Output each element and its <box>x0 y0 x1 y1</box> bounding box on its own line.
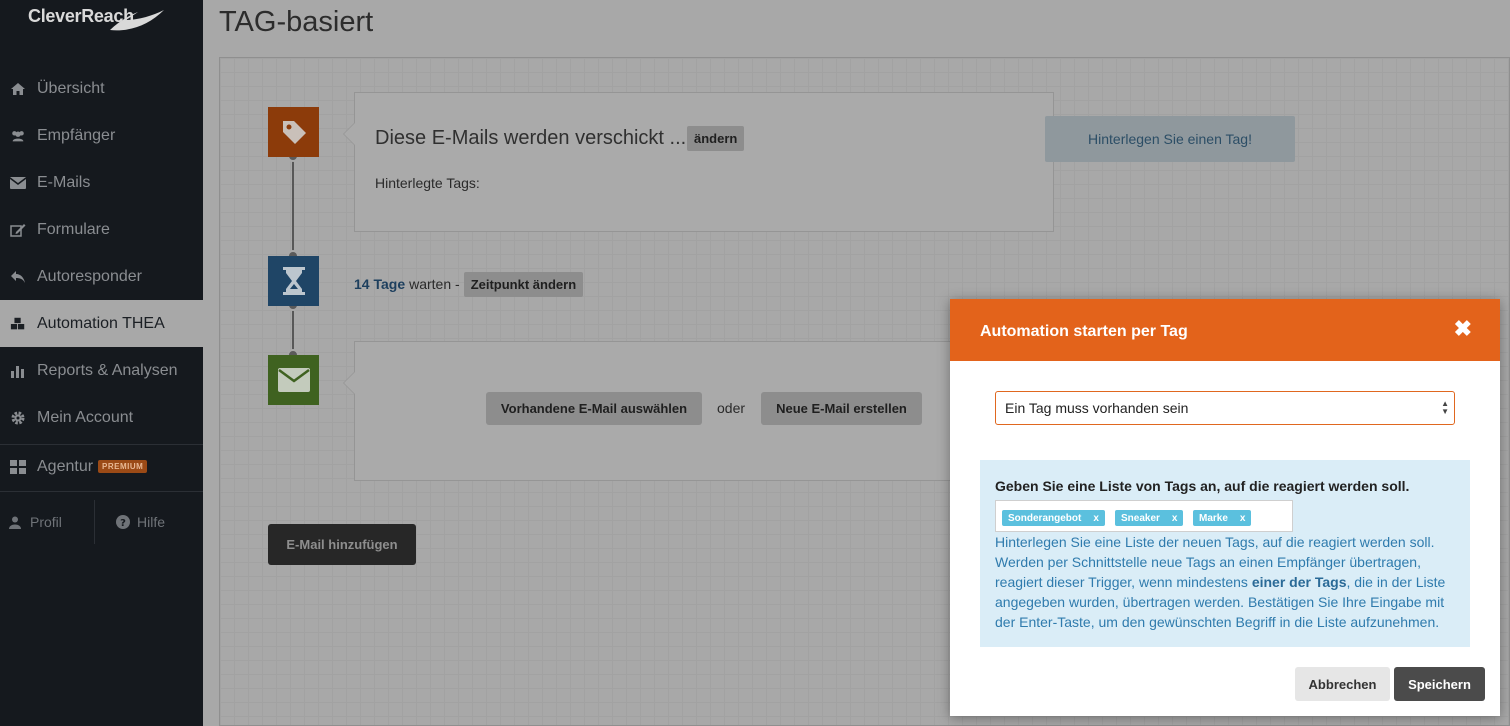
users-icon <box>10 128 26 144</box>
profile-link[interactable]: Profil <box>9 510 62 534</box>
create-new-email-button[interactable]: Neue E-Mail erstellen <box>761 392 922 425</box>
tag-info-box: Geben Sie eine Liste von Tags an, auf di… <box>980 460 1470 647</box>
home-icon <box>10 81 26 97</box>
tag-input[interactable]: Sonderangebot x Sneaker x Marke x <box>995 500 1293 532</box>
cancel-button[interactable]: Abbrechen <box>1295 667 1390 701</box>
trigger-title: Diese E-Mails werden verschickt ... <box>375 127 687 149</box>
tag-remove-icon[interactable]: x <box>1240 513 1246 524</box>
select-arrows-icon: ▲ ▼ <box>1441 399 1449 416</box>
tag-remove-icon[interactable]: x <box>1172 513 1178 524</box>
help-link[interactable]: ? Hilfe <box>116 510 165 534</box>
trigger-modal: Automation starten per Tag ✖ Ein Tag mus… <box>950 299 1500 716</box>
sidebar-item-empfaenger[interactable]: Empfänger <box>0 112 203 159</box>
page-title: TAG-basiert <box>219 6 374 38</box>
trigger-condition-select[interactable]: Ein Tag muss vorhanden sein ▲ ▼ <box>995 391 1455 425</box>
select-value: Ein Tag muss vorhanden sein <box>1005 400 1189 416</box>
sidebar-item-agentur[interactable]: Agentur PREMIUM <box>0 443 203 490</box>
sidebar-item-mein-account[interactable]: Mein Account <box>0 394 203 441</box>
change-time-button[interactable]: Zeitpunkt ändern <box>463 272 584 297</box>
user-icon <box>9 516 21 529</box>
tag-label: Marke <box>1199 512 1228 524</box>
card-pointer <box>343 371 355 395</box>
timeline-connector <box>292 152 294 258</box>
sidebar-item-label: Reports & Analysen <box>37 361 178 379</box>
premium-badge: PREMIUM <box>98 460 148 473</box>
close-icon[interactable]: ✖ <box>1454 318 1472 340</box>
profile-label: Profil <box>30 514 62 530</box>
tag-remove-icon[interactable]: x <box>1093 513 1099 524</box>
trigger-step-icon[interactable] <box>268 107 319 157</box>
help-label: Hilfe <box>137 514 166 530</box>
hourglass-icon <box>282 267 305 295</box>
tag-icon <box>282 121 306 144</box>
wait-step-icon[interactable] <box>268 256 319 306</box>
sidebar-item-formulare[interactable]: Formulare <box>0 206 203 253</box>
gear-icon <box>10 410 26 426</box>
wait-text: warten - <box>409 275 460 292</box>
save-button[interactable]: Speichern <box>1394 667 1485 701</box>
modal-header: Automation starten per Tag ✖ <box>950 299 1500 361</box>
sidebar-item-emails[interactable]: E-Mails <box>0 159 203 206</box>
reply-icon <box>10 269 26 285</box>
footer-divider <box>94 500 95 544</box>
sidebar-item-label: E-Mails <box>37 173 91 191</box>
sidebar-item-label: Autoresponder <box>37 267 142 285</box>
sidebar-item-label: Automation THEA <box>37 314 165 332</box>
tag-hint-box[interactable]: Hinterlegen Sie einen Tag! <box>1045 116 1295 162</box>
change-trigger-button[interactable]: ändern <box>687 126 745 151</box>
svg-text:?: ? <box>120 518 126 529</box>
sidebar: CleverReach Übersicht Empfänger E-Mails … <box>0 0 203 726</box>
or-label: oder <box>717 400 746 416</box>
wait-step: 14 Tage warten - Zeitpunkt ändern <box>354 270 584 297</box>
add-email-button[interactable]: E-Mail hinzufügen <box>268 524 416 565</box>
sidebar-divider <box>0 491 203 492</box>
sidebar-item-label: Formulare <box>37 220 110 238</box>
tag-label: Sneaker <box>1121 512 1160 524</box>
edit-icon <box>10 222 26 238</box>
tag-chip: Sonderangebot x <box>1002 510 1105 526</box>
info-title: Geben Sie eine Liste von Tags an, auf di… <box>995 478 1410 494</box>
envelope-icon <box>10 175 26 191</box>
sidebar-item-uebersicht[interactable]: Übersicht <box>0 65 203 112</box>
sidebar-item-label: Mein Account <box>37 408 134 426</box>
grid-icon <box>10 459 26 475</box>
sidebar-item-label: Agentur <box>37 457 94 475</box>
sidebar-item-reports[interactable]: Reports & Analysen <box>0 347 203 394</box>
tags-label: Hinterlegte Tags: <box>375 175 480 191</box>
bar-chart-icon <box>10 363 26 379</box>
info-description: Hinterlegen Sie eine Liste der neuen Tag… <box>995 532 1460 632</box>
tag-chip: Marke x <box>1193 510 1252 526</box>
sidebar-item-autoresponder[interactable]: Autoresponder <box>0 253 203 300</box>
trigger-card: Diese E-Mails werden verschickt ... ände… <box>343 92 1054 232</box>
info-text-bold: einer der Tags <box>1251 574 1347 590</box>
tag-label: Sonderangebot <box>1008 512 1082 524</box>
tag-chip: Sneaker x <box>1115 510 1184 526</box>
cubes-icon <box>10 316 26 332</box>
wait-duration-link[interactable]: 14 Tage <box>354 276 405 292</box>
envelope-icon <box>277 368 310 392</box>
select-existing-email-button[interactable]: Vorhandene E-Mail auswählen <box>486 392 702 425</box>
logo-swoosh-icon <box>110 10 164 31</box>
sidebar-item-label: Empfänger <box>37 126 116 144</box>
email-step-icon[interactable] <box>268 355 319 405</box>
sidebar-item-label: Übersicht <box>37 79 105 97</box>
modal-title: Automation starten per Tag <box>980 323 1188 340</box>
help-icon: ? <box>116 515 130 529</box>
card-pointer <box>343 122 355 146</box>
sidebar-item-automation-thea[interactable]: Automation THEA <box>0 300 203 347</box>
